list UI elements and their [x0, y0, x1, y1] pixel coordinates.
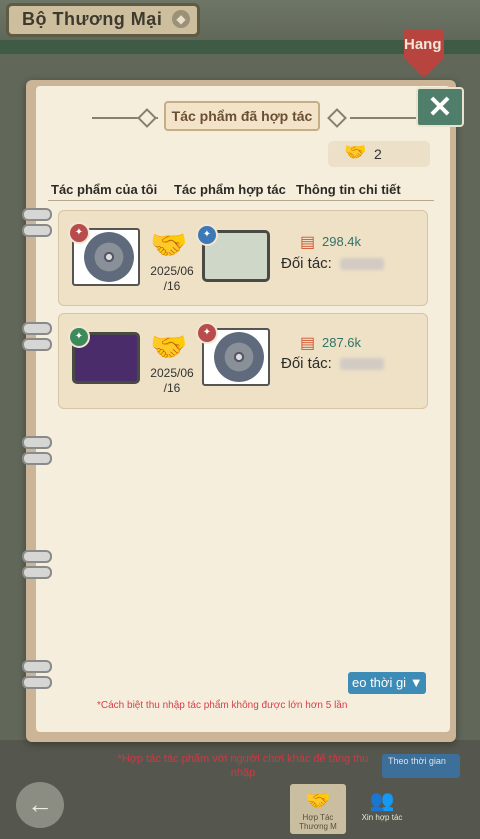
coin-stack-icon: ▤	[300, 335, 316, 352]
people-icon: 👥	[369, 790, 395, 812]
close-button[interactable]: ✕	[416, 87, 464, 127]
partner-name-blurred	[340, 358, 384, 370]
column-my-work: Tác phẩm của tôi	[51, 182, 158, 197]
handshake-icon: 🤝	[150, 331, 188, 364]
info-icon[interactable]: ◆	[172, 10, 190, 28]
back-arrow-icon: ←	[27, 789, 53, 819]
income-value: 298.4k	[322, 234, 362, 249]
handshake-icon: 🤝	[344, 142, 367, 162]
partner-count: 2	[374, 146, 382, 162]
partner-name-blurred	[340, 258, 384, 270]
header-divider-right	[350, 117, 420, 119]
tab-trade-collab[interactable]: 🤝 Hợp Tác Thương M	[290, 784, 346, 834]
income-limit-notice: *Cách biệt thu nhập tác phẩm không được …	[97, 700, 348, 711]
column-divider	[48, 200, 434, 201]
sort-dropdown[interactable]: eo thời gi ▼	[348, 672, 426, 694]
partner-label: Đối tác:	[281, 255, 332, 272]
genre-badge: ✦	[68, 326, 90, 348]
income-value: 287.6k	[322, 335, 362, 350]
column-details: Thông tin chi tiết	[296, 182, 401, 197]
collab-date: 2025/06/16	[150, 366, 194, 395]
collab-date: 2025/06/16	[150, 264, 194, 293]
chevron-down-icon: ▼	[409, 675, 423, 690]
ranking-label: Hang	[404, 36, 442, 53]
handshake-icon: 🤝	[305, 790, 331, 812]
dialog-title: Tác phẩm đã hợp tác	[164, 101, 320, 131]
close-icon: ✕	[427, 91, 453, 124]
tab-request-collab[interactable]: 👥 Xin hợp tác	[354, 784, 410, 834]
partner-label: Đối tác:	[281, 355, 332, 372]
coin-stack-icon: ▤	[300, 234, 316, 251]
footer-note: *Hợp tác tác phẩm với người chơi khác để…	[117, 753, 369, 779]
handshake-icon: 🤝	[150, 229, 188, 262]
column-partner-work: Tác phẩm hợp tác	[174, 182, 286, 197]
genre-badge: ✦	[196, 224, 218, 246]
footer-sort-dropdown[interactable]: Theo thời gian	[382, 754, 460, 778]
genre-badge: ✦	[68, 222, 90, 244]
back-button[interactable]: ←	[16, 782, 64, 828]
genre-badge: ✦	[196, 322, 218, 344]
page-title: Bộ Thương Mại	[22, 9, 163, 29]
